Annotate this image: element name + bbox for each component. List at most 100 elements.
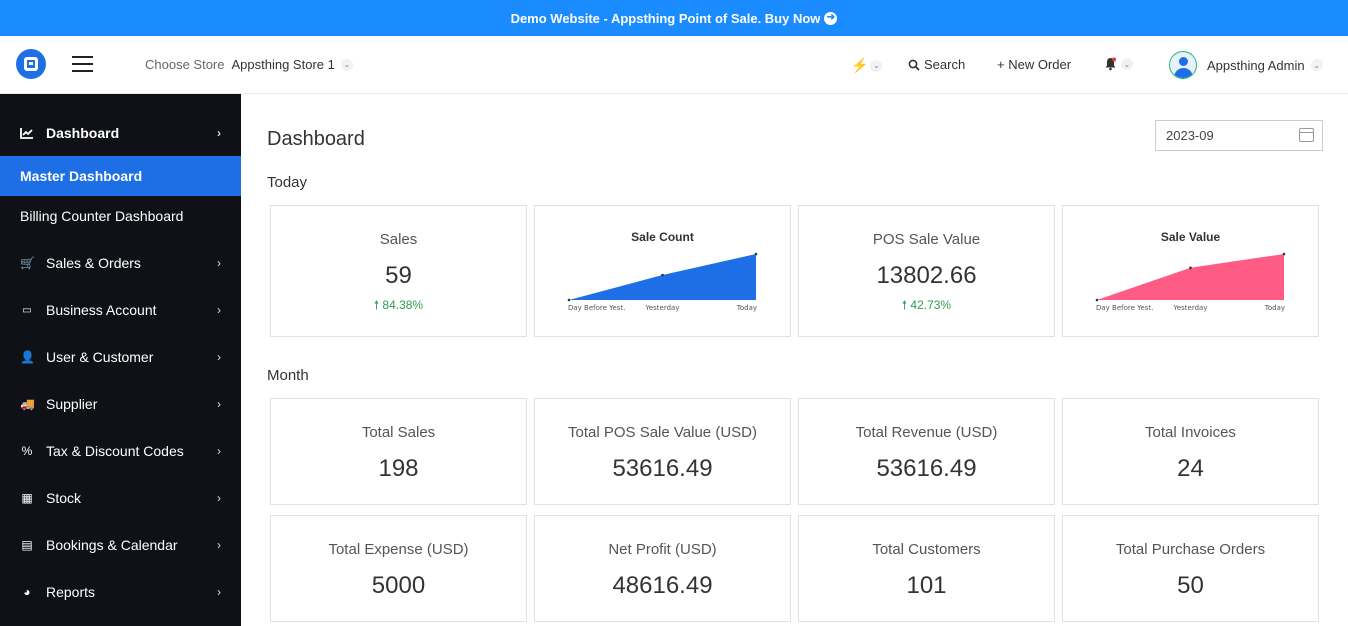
sidebar-item-sales-orders[interactable]: 🛒 Sales & Orders › bbox=[0, 243, 241, 283]
pos-sale-value-card: POS Sale Value 13802.66 🠕 42.73% bbox=[798, 205, 1055, 337]
chevron-right-icon: › bbox=[217, 444, 221, 458]
section-today-label: Today bbox=[267, 174, 308, 191]
chevron-right-icon: › bbox=[217, 397, 221, 411]
card-title: Total Purchase Orders bbox=[1115, 541, 1266, 558]
main-content: Dashboard 2023-09 Today Sales 59 🠕 84.38… bbox=[241, 94, 1348, 626]
x-tick-label: Today bbox=[736, 304, 757, 312]
sidebar-item-label: Tax & Discount Codes bbox=[46, 443, 184, 459]
sidebar-item-label: Bookings & Calendar bbox=[46, 537, 178, 553]
sidebar-item-master-dashboard[interactable]: Master Dashboard bbox=[0, 156, 241, 196]
chevron-down-icon[interactable]: ⌄ bbox=[340, 58, 353, 71]
sidebar-item-label: Business Account bbox=[46, 302, 157, 318]
search-button[interactable]: Search bbox=[908, 57, 965, 72]
sale-count-chart-card: Sale Count Day Before Yest. Yesterday Toda… bbox=[534, 205, 791, 337]
arrow-circle-right-icon: ➜ bbox=[824, 11, 838, 25]
card-title: POS Sale Value bbox=[872, 231, 981, 248]
card-value: 59 bbox=[385, 262, 412, 289]
sidebar-item-label: Reports bbox=[46, 584, 96, 600]
data-point[interactable] bbox=[1095, 298, 1099, 302]
card-value: 13802.66 bbox=[876, 262, 977, 289]
sidebar-item-bookings-calendar[interactable]: ▤ Bookings & Calendar › bbox=[0, 525, 241, 565]
avatar[interactable] bbox=[1169, 51, 1197, 79]
area-series bbox=[569, 254, 756, 300]
new-order-button[interactable]: + New Order bbox=[997, 57, 1071, 72]
data-point[interactable] bbox=[1189, 266, 1192, 270]
app-logo[interactable] bbox=[16, 49, 46, 79]
calendar-icon[interactable] bbox=[1299, 128, 1314, 142]
sidebar-item-user-customer[interactable]: 👤 User & Customer › bbox=[0, 337, 241, 377]
card-title: Total Revenue (USD) bbox=[855, 424, 998, 441]
chevron-right-icon: › bbox=[217, 538, 221, 552]
card-change: 84.38% bbox=[382, 298, 424, 312]
total-customers-card: Total Customers 101 bbox=[798, 515, 1055, 622]
chevron-right-icon: › bbox=[217, 350, 221, 364]
chevron-right-icon: › bbox=[217, 491, 221, 505]
data-point[interactable] bbox=[754, 252, 758, 256]
percent-icon: % bbox=[21, 444, 33, 458]
card-value: 50 bbox=[1177, 572, 1204, 599]
demo-banner[interactable]: Demo Website - Appsthing Point of Sale. … bbox=[0, 0, 1348, 36]
data-point[interactable] bbox=[661, 273, 664, 277]
card-change: 42.73% bbox=[910, 298, 952, 312]
chevron-right-icon: › bbox=[217, 256, 221, 270]
quick-actions-button[interactable]: ⚡ ⌄ bbox=[851, 57, 883, 74]
sidebar: Dashboard › Master Dashboard Billing Cou… bbox=[0, 94, 241, 626]
card-title: Total Sales bbox=[361, 424, 436, 441]
total-invoices-card: Total Invoices 24 bbox=[1062, 398, 1319, 505]
x-tick-label: Day Before Yest. bbox=[1096, 304, 1153, 312]
chevron-down-icon: ⌄ bbox=[1121, 58, 1133, 70]
date-picker[interactable]: 2023-09 bbox=[1155, 120, 1323, 151]
card-value: 53616.49 bbox=[876, 455, 977, 482]
x-tick-label: Yesterday bbox=[645, 304, 680, 312]
card-value: 24 bbox=[1177, 455, 1204, 482]
boxes-icon: ▦ bbox=[21, 491, 33, 505]
sidebar-item-label: Stock bbox=[46, 490, 82, 506]
sales-today-card: Sales 59 🠕 84.38% bbox=[270, 205, 527, 337]
sidebar-item-label: Master Dashboard bbox=[20, 168, 143, 184]
section-month-label: Month bbox=[267, 367, 309, 384]
money-icon: ▭ bbox=[22, 304, 32, 316]
card-value: 198 bbox=[378, 455, 419, 482]
date-value[interactable]: 2023-09 bbox=[1166, 128, 1214, 143]
card-title: Total Expense (USD) bbox=[328, 541, 469, 558]
net-profit-card: Net Profit (USD) 48616.49 bbox=[534, 515, 791, 622]
sidebar-item-stock[interactable]: ▦ Stock › bbox=[0, 478, 241, 518]
user-menu[interactable]: Appsthing Admin ⌄ bbox=[1169, 51, 1323, 79]
card-title: Net Profit (USD) bbox=[608, 541, 717, 558]
search-label: Search bbox=[924, 57, 966, 72]
sidebar-item-dashboard[interactable]: Dashboard › bbox=[0, 113, 241, 153]
sidebar-item-label: Dashboard bbox=[46, 125, 120, 141]
sidebar-item-tax-discount-codes[interactable]: % Tax & Discount Codes › bbox=[0, 431, 241, 471]
chevron-down-icon: ⌄ bbox=[1310, 59, 1323, 71]
chart-title: Sale Value bbox=[1160, 230, 1221, 244]
chevron-right-icon: › bbox=[217, 126, 221, 140]
x-tick-label: Today bbox=[1264, 304, 1285, 312]
menu-toggle-icon[interactable] bbox=[72, 56, 93, 72]
sidebar-item-business-account[interactable]: ▭ Business Account › bbox=[0, 290, 241, 330]
data-point[interactable] bbox=[567, 298, 571, 302]
lightning-icon: ⚡ bbox=[851, 57, 869, 73]
truck-icon: 🚚 bbox=[20, 397, 35, 411]
sidebar-item-billing-counter-dashboard[interactable]: Billing Counter Dashboard bbox=[0, 196, 241, 236]
store-name[interactable]: Appsthing Store 1 bbox=[232, 57, 335, 72]
banner-text[interactable]: Demo Website - Appsthing Point of Sale. … bbox=[511, 11, 821, 26]
area-series bbox=[1097, 254, 1284, 300]
arrow-up-icon: 🠕 bbox=[373, 298, 380, 312]
total-expense-card: Total Expense (USD) 5000 bbox=[270, 515, 527, 622]
sidebar-item-reports[interactable]: ◕ Reports › bbox=[0, 572, 241, 612]
x-tick-label: Day Before Yest. bbox=[568, 304, 625, 312]
card-title: Total Customers bbox=[872, 541, 981, 558]
top-navbar: Choose Store Appsthing Store 1 ⌄ ⚡ ⌄ Sea… bbox=[0, 36, 1348, 94]
card-value: 48616.49 bbox=[612, 572, 713, 599]
chevron-right-icon: › bbox=[217, 585, 221, 599]
user-name: Appsthing Admin bbox=[1207, 57, 1305, 73]
card-title: Sales bbox=[379, 231, 418, 248]
data-point[interactable] bbox=[1282, 252, 1286, 256]
store-selector[interactable]: Choose Store Appsthing Store 1 ⌄ bbox=[145, 57, 353, 72]
card-title: Total Invoices bbox=[1145, 424, 1236, 441]
page-title: Dashboard bbox=[267, 128, 365, 150]
sidebar-item-label: Supplier bbox=[46, 396, 98, 412]
notifications-button[interactable]: ⌄ bbox=[1104, 57, 1133, 71]
sidebar-item-supplier[interactable]: 🚚 Supplier › bbox=[0, 384, 241, 424]
card-value: 101 bbox=[906, 572, 947, 599]
